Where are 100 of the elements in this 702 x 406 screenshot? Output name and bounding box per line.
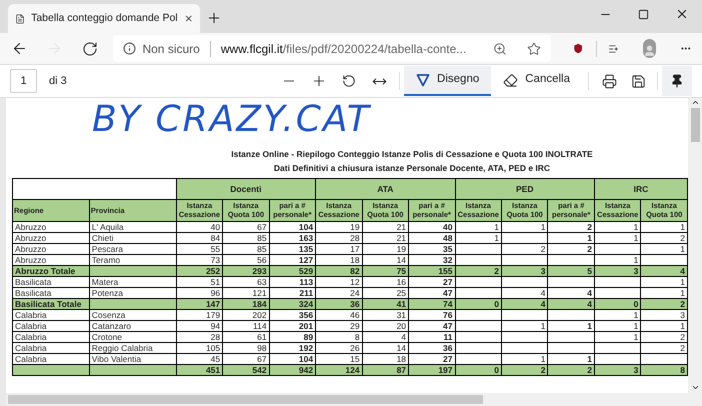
table-cell: 4	[362, 331, 409, 342]
table-cell: 85	[222, 243, 270, 254]
page-count: di 3	[49, 74, 67, 89]
table-cell: 104	[269, 221, 316, 232]
group-header: ATA	[316, 178, 456, 199]
table-cell: 56	[222, 254, 270, 265]
table-cell: 113	[269, 276, 316, 287]
table-cell: Teramo	[89, 254, 176, 265]
table-cell: 1	[594, 254, 641, 265]
table-cell: 18	[362, 353, 409, 364]
table-cell: 48	[408, 232, 456, 243]
table-cell: 36	[316, 298, 362, 309]
table-cell: 192	[269, 342, 316, 353]
table-cell: 124	[316, 364, 362, 375]
table-cell: 47	[408, 320, 456, 331]
table-cell: 74	[408, 298, 456, 309]
table-cell: 61	[222, 331, 270, 342]
table-cell: 121	[222, 287, 270, 298]
table-cell: Cosenza	[89, 309, 176, 320]
table-cell: 1	[455, 221, 502, 232]
table-cell: Basilicata Totale	[12, 298, 90, 309]
page-number-field[interactable]: 1	[10, 69, 37, 93]
table-cell: 98	[222, 342, 270, 353]
table-cell: 105	[176, 342, 223, 353]
table-cell: 1	[640, 243, 688, 254]
table-cell: 75	[362, 265, 409, 276]
table-cell: 5	[548, 265, 594, 276]
table-cell: Matera	[89, 276, 176, 287]
table-cell: 1	[501, 221, 548, 232]
table-cell: Abruzzo	[12, 221, 90, 232]
table-cell: L' Aquila	[89, 221, 176, 232]
table-cell: 40	[408, 221, 456, 232]
table-cell: 324	[269, 298, 316, 309]
table-cell: 1	[548, 353, 594, 364]
table-cell: 94	[176, 320, 223, 331]
table-cell: 87	[362, 364, 409, 375]
table-cell: 47	[408, 287, 456, 298]
table-cell: 82	[316, 265, 362, 276]
table-cell: 147	[176, 298, 223, 309]
browser-tab[interactable]: Tabella conteggio domande Pol	[8, 4, 200, 33]
table-cell: 179	[176, 309, 223, 320]
table-cell: 96	[176, 287, 223, 298]
tab-title: Tabella conteggio domande Pol	[31, 10, 178, 26]
table-cell: 1	[594, 320, 641, 331]
table-cell: 89	[269, 331, 316, 342]
table-cell: 11	[408, 331, 456, 342]
table-cell: Calabria	[12, 342, 90, 353]
table-cell: 1	[640, 276, 688, 287]
table-cell: 14	[362, 254, 409, 265]
table-cell: 8	[640, 364, 688, 375]
table-cell: Catanzaro	[89, 320, 176, 331]
table-cell: 1	[640, 320, 688, 331]
table-cell: 202	[222, 309, 270, 320]
table-cell: 67	[222, 221, 270, 232]
table-cell: 4	[501, 298, 548, 309]
table-cell: 32	[408, 254, 456, 265]
table-cell: 293	[222, 265, 270, 276]
table-cell: 163	[269, 232, 316, 243]
table-cell: 26	[316, 342, 362, 353]
security-label: Non sicuro	[142, 40, 200, 58]
table-cell: 21	[362, 221, 409, 232]
table-cell: 942	[269, 364, 316, 375]
table-cell: 451	[176, 364, 223, 375]
table-cell: 197	[408, 364, 456, 375]
table-cell: 184	[222, 298, 270, 309]
table-cell: 542	[222, 364, 270, 375]
table-cell: 2	[640, 331, 688, 342]
table-cell: 67	[222, 353, 270, 364]
group-header: PED	[455, 178, 594, 199]
table-cell: 155	[408, 265, 456, 276]
table-cell: 3	[501, 265, 548, 276]
table-cell: 8	[316, 331, 362, 342]
table-cell: 14	[362, 342, 409, 353]
table-cell: 114	[222, 320, 270, 331]
table-cell: 2	[501, 243, 548, 254]
table-cell: 19	[362, 243, 409, 254]
table-cell: Calabria	[12, 331, 90, 342]
table-cell: 76	[408, 309, 456, 320]
draw-button[interactable]: Disegno	[404, 66, 492, 96]
table-cell: 63	[222, 276, 270, 287]
table-cell: Basilicata	[12, 287, 90, 298]
table-cell: 2	[548, 243, 594, 254]
table-cell: Abruzzo	[12, 254, 90, 265]
table-cell: 46	[316, 309, 362, 320]
table-cell: 25	[362, 287, 409, 298]
table-cell: 4	[501, 287, 548, 298]
table-cell: 2	[640, 342, 688, 353]
address-field[interactable]: Non sicuro www.flcgil.it/files/pdf/20200224/tabella-conte...	[113, 35, 552, 62]
table-cell: 2	[640, 232, 688, 243]
table-cell: 356	[269, 309, 316, 320]
table-cell: 27	[408, 276, 456, 287]
table-cell: 201	[269, 320, 316, 331]
table-cell: 252	[176, 265, 223, 276]
table-cell: Abruzzo	[12, 232, 90, 243]
table-cell: 0	[455, 364, 502, 375]
table-cell: 21	[362, 232, 409, 243]
table-cell: 85	[222, 232, 270, 243]
table-cell: 29	[316, 320, 362, 331]
table-cell: 73	[176, 254, 223, 265]
table-cell: 3	[594, 265, 641, 276]
